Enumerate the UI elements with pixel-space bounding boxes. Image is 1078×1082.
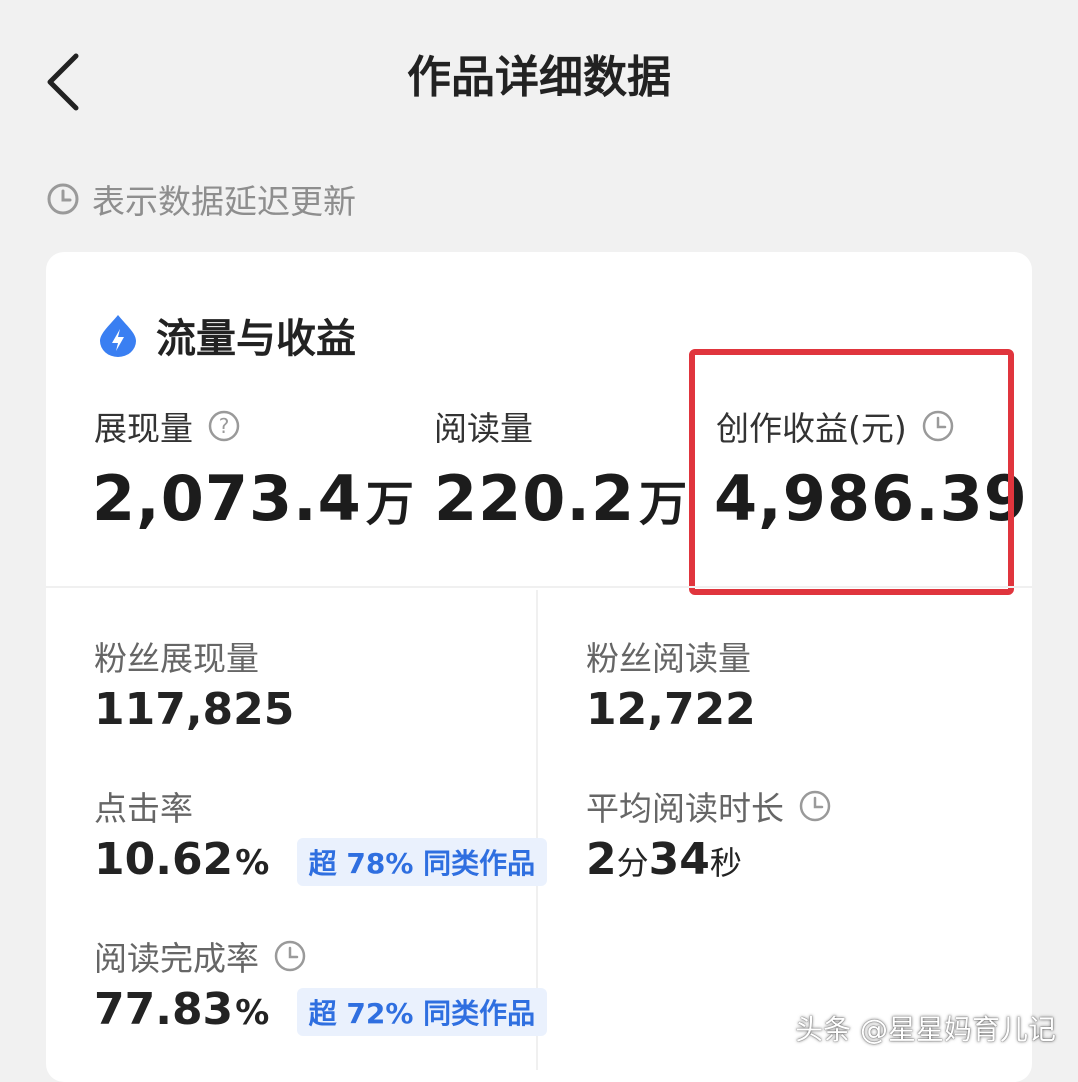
ctr-comparison-badge: 超 78% 同类作品	[296, 838, 548, 886]
page-title: 作品详细数据	[407, 52, 671, 103]
badge-suffix: 同类作品	[423, 997, 536, 1030]
impressions-label-row: 展现量 ?	[94, 402, 241, 450]
ctr-label: 点击率	[94, 789, 193, 828]
delay-notice-text: 表示数据延迟更新	[92, 182, 356, 221]
completion-label: 阅读完成率	[94, 939, 259, 978]
seconds-unit: 秒	[709, 844, 742, 882]
reads-value: 220.2万	[434, 462, 688, 535]
section-title: 流量与收益	[156, 316, 356, 362]
avg-read-time-label: 平均阅读时长	[586, 789, 784, 828]
clock-icon	[47, 183, 79, 215]
fan-impressions-label: 粉丝展现量	[94, 639, 259, 678]
minutes-unit: 分	[616, 844, 649, 882]
reads-unit: 万	[639, 476, 689, 532]
delay-notice: 表示数据延迟更新	[46, 176, 356, 222]
watermark: 头条 @星星妈育儿记	[795, 1013, 1056, 1046]
impressions-label: 展现量	[94, 409, 193, 448]
ctr-value: 10.62	[94, 834, 234, 885]
svg-text:?: ?	[219, 414, 230, 438]
minutes-number: 2	[586, 834, 617, 885]
earnings-highlight-box	[689, 349, 1014, 595]
avg-read-time-value: 2分34秒	[586, 834, 742, 885]
completion-value: 77.83	[94, 984, 234, 1035]
badge-percent: 72%	[346, 997, 414, 1030]
help-icon[interactable]: ?	[207, 409, 241, 443]
fan-reads-value: 12,722	[586, 684, 756, 735]
completion-label-row: 阅读完成率	[94, 932, 307, 980]
reads-number: 220.2	[434, 462, 636, 535]
impressions-value: 2,073.4万	[92, 462, 415, 535]
divider	[46, 586, 1032, 588]
badge-prefix: 超	[308, 997, 337, 1030]
fan-reads-label: 粉丝阅读量	[586, 639, 751, 678]
clock-icon	[274, 940, 306, 972]
completion-value-row: 77.83% 超 72% 同类作品	[94, 984, 548, 1036]
lightning-icon	[100, 315, 136, 357]
badge-prefix: 超	[308, 847, 337, 880]
completion-comparison-badge: 超 72% 同类作品	[296, 988, 548, 1036]
ctr-value-row: 10.62% 超 78% 同类作品	[94, 834, 548, 886]
impressions-number: 2,073.4	[92, 462, 362, 535]
badge-suffix: 同类作品	[423, 847, 536, 880]
completion-percent: %	[235, 993, 270, 1033]
seconds-number: 34	[648, 834, 710, 885]
ctr-percent: %	[235, 843, 270, 883]
reads-label: 阅读量	[434, 409, 533, 448]
clock-icon	[799, 790, 831, 822]
badge-percent: 78%	[346, 847, 414, 880]
reads-label-row: 阅读量	[434, 402, 533, 450]
impressions-unit: 万	[365, 476, 415, 532]
fan-impressions-value: 117,825	[94, 684, 295, 735]
section-header: 流量与收益	[96, 306, 356, 364]
avg-read-time-label-row: 平均阅读时长	[586, 782, 832, 830]
